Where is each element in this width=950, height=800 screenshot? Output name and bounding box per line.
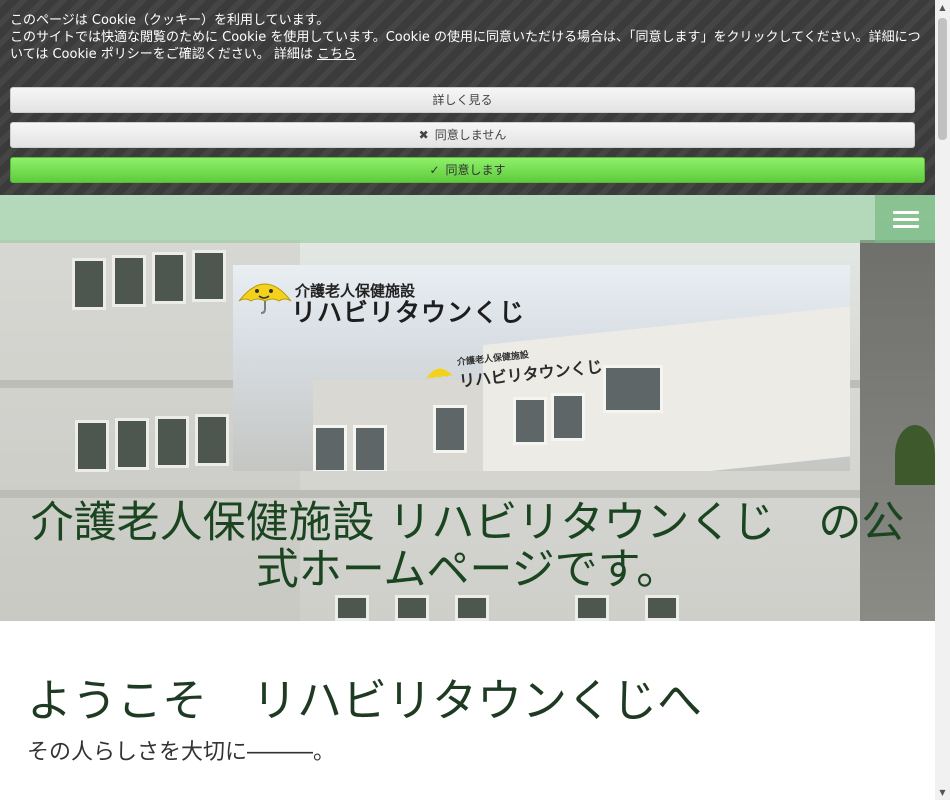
umbrella-logo-icon: [238, 283, 292, 314]
cookie-message: このページは Cookie（クッキー）を利用しています。 このサイトでは快適な閲…: [10, 12, 922, 63]
cookie-details-link[interactable]: こちら: [317, 47, 356, 62]
tagline: その人らしさを大切に―――。: [27, 740, 336, 765]
scroll-down-arrow-icon[interactable]: ▼: [935, 785, 950, 800]
vertical-scrollbar[interactable]: ▲ ▼: [935, 0, 950, 800]
cookie-banner: このページは Cookie（クッキー）を利用しています。 このサイトでは快適な閲…: [0, 0, 935, 195]
cookie-decline-label: 同意しません: [434, 128, 507, 142]
scrollbar-thumb[interactable]: [938, 18, 947, 140]
page: 介護老人保健施設 リハビリタウンくじ 介護老人保健施設 リハビリタウンくじ 介護…: [0, 0, 935, 800]
cookie-accept-button[interactable]: ✓ 同意します: [10, 157, 925, 183]
cookie-more-label: 詳しく見る: [432, 93, 493, 107]
hero-headline: 介護老人保健施設 リハビリタウンくじ の公式ホームページです。: [30, 498, 905, 595]
nav-bar: [0, 195, 935, 243]
logo-title: リハビリタウンくじ: [291, 298, 526, 327]
scroll-up-arrow-icon[interactable]: ▲: [935, 0, 950, 15]
logo-image[interactable]: 介護老人保健施設 リハビリタウンくじ 介護老人保健施設 リハビリタウンくじ: [233, 265, 850, 471]
menu-button[interactable]: [875, 195, 935, 243]
umbrella-sign-icon: [426, 368, 454, 380]
check-icon: ✓: [429, 163, 440, 177]
tree: [895, 425, 935, 485]
cookie-accept-label: 同意します: [445, 163, 506, 177]
cookie-message-line2: このサイトでは快適な閲覧のために Cookie を使用しています。Cookie …: [10, 30, 921, 62]
hamburger-icon: [893, 211, 919, 214]
welcome-heading: ようこそ リハビリタウンくじへ: [27, 674, 703, 727]
cookie-more-button[interactable]: 詳しく見る: [10, 87, 915, 113]
cookie-message-line1: このページは Cookie（クッキー）を利用しています。: [10, 13, 330, 28]
times-icon: ✖: [418, 128, 429, 142]
cookie-decline-button[interactable]: ✖ 同意しません: [10, 122, 915, 148]
